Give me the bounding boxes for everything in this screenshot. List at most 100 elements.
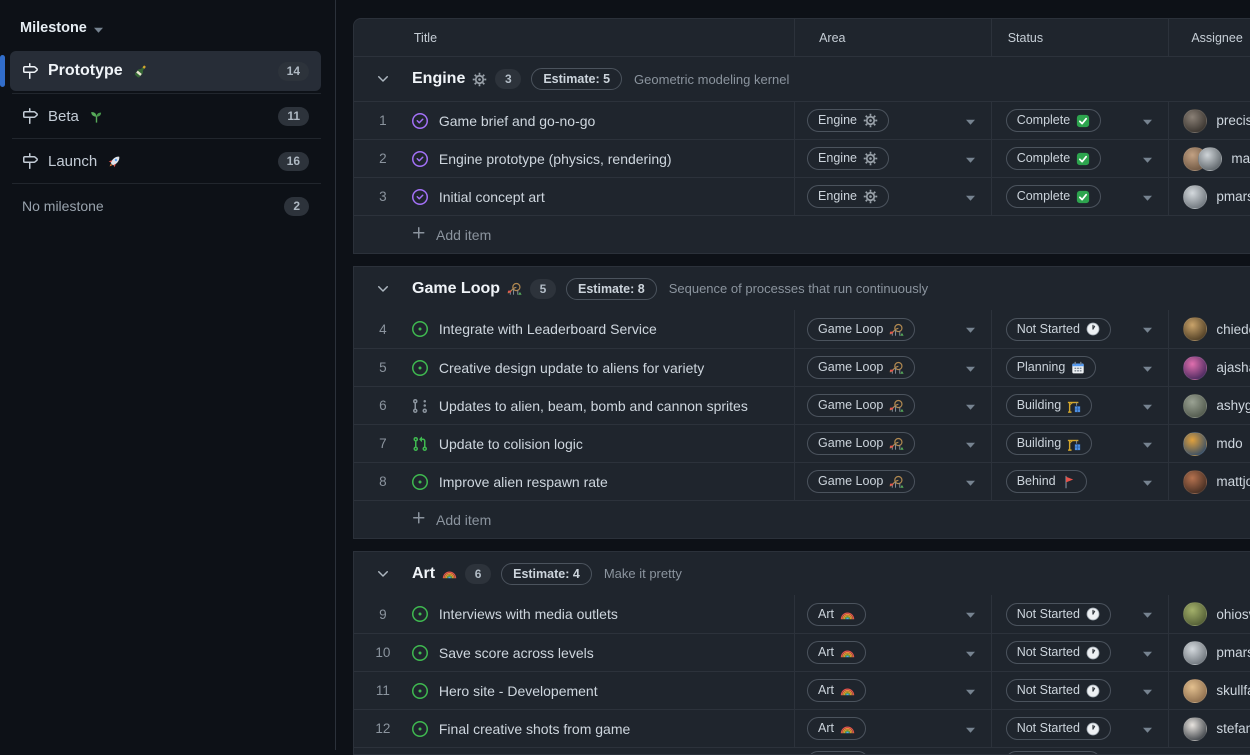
row-number: 3	[354, 178, 412, 215]
assignee-cell[interactable]: ashyg	[1168, 387, 1250, 424]
assignee-cell[interactable]: pmars	[1168, 634, 1250, 671]
item-title-cell[interactable]: Final creative shots from game	[412, 710, 794, 747]
assignee-cell[interactable]: mattjo	[1168, 463, 1250, 500]
issue-open-icon	[412, 683, 428, 699]
issue-open-icon	[412, 645, 428, 661]
area-cell[interactable]: Game Loop	[794, 387, 991, 424]
avatar	[1183, 109, 1207, 133]
sidebar-item-launch[interactable]: Launch 16	[10, 141, 321, 181]
status-cell[interactable]: Not Started	[991, 634, 1169, 671]
status-cell[interactable]: Not Started	[991, 595, 1169, 633]
column-header-assignee[interactable]: Assignee	[1168, 19, 1250, 56]
item-title: Improve alien respawn rate	[439, 474, 608, 490]
area-cell[interactable]: Engine	[794, 140, 991, 177]
area-cell[interactable]: Art	[794, 672, 991, 709]
item-title-cell[interactable]: Creative design update to aliens for var…	[412, 349, 794, 386]
check-emoji-icon	[1076, 190, 1090, 204]
assignee-cell[interactable]: ohiosv	[1168, 595, 1250, 633]
group-header-engine: Engine 3 Estimate: 5 Geometric modeling …	[354, 57, 1250, 101]
item-title-cell[interactable]: Integrate with Leaderboard Service	[412, 310, 794, 348]
avatar	[1183, 185, 1207, 209]
area-pill: Engine	[807, 185, 889, 208]
assignee-cell[interactable]: ajasha	[1168, 349, 1250, 386]
assignee-cell[interactable]: mdo	[1168, 425, 1250, 462]
status-cell[interactable]: Complete	[991, 140, 1169, 177]
issue-open-icon	[412, 360, 428, 376]
rollercoaster-emoji-icon	[889, 474, 904, 489]
assignee-name: ajasha	[1216, 360, 1250, 375]
status-cell[interactable]: Not Started	[991, 710, 1169, 747]
item-title-cell[interactable]: Updates to alien, beam, bomb and cannon …	[412, 387, 794, 424]
group-estimate-pill: Estimate: 4	[501, 563, 592, 585]
add-item-button[interactable]: Add item	[354, 500, 1250, 538]
area-pill: Game Loop	[807, 394, 915, 417]
assignee-cell[interactable]: ma	[1168, 140, 1250, 177]
collapse-chevron-icon[interactable]	[354, 71, 412, 87]
status-cell[interactable]: Building	[991, 425, 1169, 462]
area-cell[interactable]: Art	[794, 595, 991, 633]
rollercoaster-emoji-icon	[889, 436, 904, 451]
status-cell[interactable]: Complete	[991, 178, 1169, 215]
dropdown-caret-icon	[1143, 473, 1152, 491]
area-cell[interactable]: Art	[794, 710, 991, 747]
add-item-button[interactable]: Add item	[354, 215, 1250, 253]
collapse-chevron-icon[interactable]	[354, 566, 412, 582]
item-title-cell[interactable]: Save score across levels	[412, 634, 794, 671]
item-title-cell[interactable]: Hero site - Developement	[412, 672, 794, 709]
item-title-cell[interactable]: Engine prototype (physics, rendering)	[412, 140, 794, 177]
group-description: Make it pretty	[604, 566, 682, 581]
item-title-cell[interactable]: Improve alien respawn rate	[412, 463, 794, 500]
group-title: Art	[412, 565, 435, 583]
assignee-cell[interactable]: precis	[1168, 102, 1250, 139]
area-cell[interactable]: Game Loop	[794, 425, 991, 462]
area-cell[interactable]: Game Loop	[794, 463, 991, 500]
assignee-cell[interactable]: chiedo	[1168, 310, 1250, 348]
dropdown-caret-icon	[1143, 150, 1152, 168]
issue-closed-icon	[412, 151, 428, 167]
status-cell[interactable]: Planning	[991, 349, 1169, 386]
pull-request-icon	[412, 436, 428, 452]
status-cell[interactable]: Behind	[991, 463, 1169, 500]
sidebar-item-prototype[interactable]: Prototype 14	[10, 51, 321, 91]
item-title-cell[interactable]: Game brief and go-no-go	[412, 102, 794, 139]
table-row: 12 Final creative shots from game Art No…	[354, 709, 1250, 747]
status-cell[interactable]: Not Started	[991, 310, 1169, 348]
assignee-cell[interactable]: skullfa	[1168, 672, 1250, 709]
row-number: 4	[354, 310, 412, 348]
gear-emoji-icon	[863, 189, 878, 204]
status-pill: Not Started	[1006, 641, 1111, 664]
status-cell[interactable]: Complete	[991, 102, 1169, 139]
table-section-art: Art 6 Estimate: 4 Make it pretty 9 Inter…	[353, 551, 1250, 755]
area-cell[interactable]: Game Loop	[794, 349, 991, 386]
column-header-area[interactable]: Area	[794, 19, 991, 56]
area-cell[interactable]: Engine	[794, 102, 991, 139]
assignee-cell[interactable]: stefan	[1168, 710, 1250, 747]
row-number: 9	[354, 595, 412, 633]
table-row-partial	[354, 747, 1250, 754]
table-row: 11 Hero site - Developement Art Not Star…	[354, 671, 1250, 709]
area-cell[interactable]: Engine	[794, 178, 991, 215]
assignee-cell[interactable]: pmars	[1168, 178, 1250, 215]
group-count-badge: 5	[530, 279, 556, 299]
column-header-status[interactable]: Status	[991, 19, 1169, 56]
group-gap	[353, 539, 1250, 551]
assignee-name: mattjo	[1216, 474, 1250, 489]
collapse-chevron-icon[interactable]	[354, 281, 412, 297]
rainbow-emoji-icon	[840, 607, 855, 622]
dropdown-caret-icon	[966, 112, 975, 130]
crane-emoji-icon	[1067, 399, 1081, 413]
item-title-cell[interactable]: Update to colision logic	[412, 425, 794, 462]
avatar	[1183, 394, 1207, 418]
sidebar-item-beta[interactable]: Beta 11	[10, 96, 321, 136]
status-cell[interactable]: Not Started	[991, 672, 1169, 709]
status-cell[interactable]: Building	[991, 387, 1169, 424]
area-cell[interactable]: Game Loop	[794, 310, 991, 348]
column-header-title[interactable]: Title	[412, 19, 794, 56]
status-pill: Not Started	[1006, 717, 1111, 740]
item-title-cell[interactable]: Initial concept art	[412, 178, 794, 215]
sidebar-group-by-header[interactable]: Milestone	[0, 0, 335, 49]
sidebar-item-no-milestone[interactable]: No milestone 2	[10, 186, 321, 226]
item-title-cell[interactable]: Interviews with media outlets	[412, 595, 794, 633]
area-cell[interactable]: Art	[794, 634, 991, 671]
status-pill: Behind	[1006, 470, 1087, 493]
